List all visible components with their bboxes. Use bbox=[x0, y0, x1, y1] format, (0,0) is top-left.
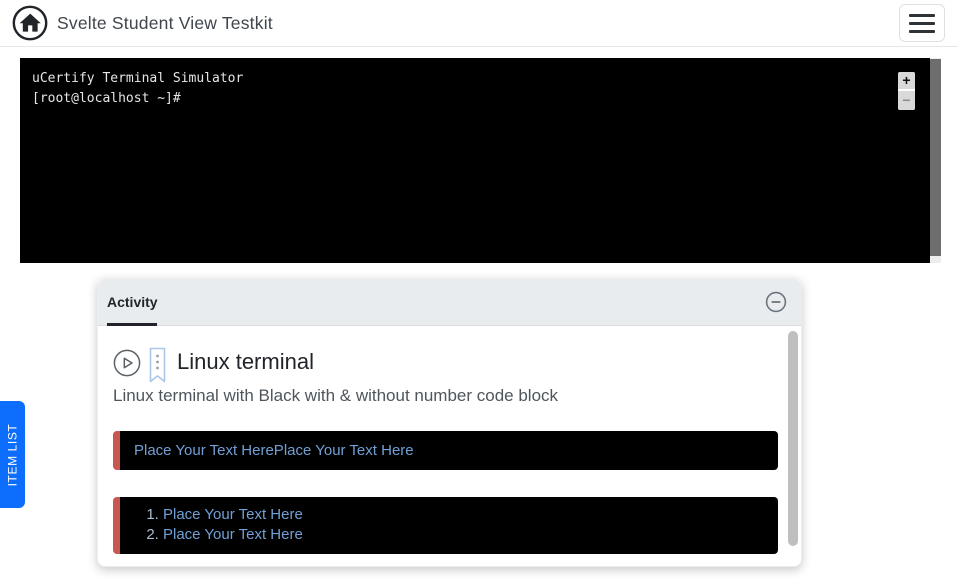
collapse-card-button[interactable] bbox=[765, 291, 787, 313]
card-scrollbar-thumb[interactable] bbox=[788, 331, 798, 546]
terminal-banner-line: uCertify Terminal Simulator bbox=[32, 69, 930, 89]
code-block-numbered: Place Your Text Here Place Your Text Her… bbox=[113, 497, 778, 554]
item-list-tab-label: ITEM LIST bbox=[6, 423, 20, 486]
terminal-scrollbar[interactable] bbox=[930, 58, 941, 263]
home-icon bbox=[12, 5, 48, 41]
code-block-link[interactable]: Place Your Text Here bbox=[163, 506, 303, 523]
bookmark-icon bbox=[148, 347, 167, 384]
zoom-out-button[interactable]: − bbox=[898, 91, 915, 110]
hamburger-bar bbox=[909, 14, 935, 17]
code-block-link[interactable]: Place Your Text Here bbox=[163, 526, 303, 543]
code-block-link[interactable]: Place Your Text HerePlace Your Text Here bbox=[134, 442, 414, 459]
app-title: Svelte Student View Testkit bbox=[57, 13, 273, 34]
navbar-brand[interactable]: Svelte Student View Testkit bbox=[12, 5, 273, 41]
top-navbar: Svelte Student View Testkit bbox=[0, 0, 958, 47]
activity-title: Linux terminal bbox=[177, 346, 314, 377]
list-item: Place Your Text Here bbox=[163, 525, 778, 545]
hamburger-bar bbox=[909, 22, 935, 25]
minus-circle-icon bbox=[765, 291, 787, 313]
code-block-list: Place Your Text Here Place Your Text Her… bbox=[120, 505, 778, 545]
activity-card: Activity bbox=[97, 278, 802, 567]
hamburger-bar bbox=[909, 30, 935, 33]
zoom-in-button[interactable]: + bbox=[898, 72, 915, 91]
play-icon[interactable] bbox=[113, 349, 141, 377]
terminal-emulator[interactable]: uCertify Terminal Simulator [root@localh… bbox=[20, 58, 930, 263]
activity-subtitle: Linux terminal with Black with & without… bbox=[113, 385, 777, 406]
activity-card-body: Linux terminal Linux terminal with Black… bbox=[98, 326, 801, 554]
activity-tab[interactable]: Activity bbox=[107, 294, 158, 310]
terminal-prompt-line: [root@localhost ~]# bbox=[32, 89, 930, 109]
item-list-tab[interactable]: ITEM LIST bbox=[0, 401, 25, 508]
code-block-plain: Place Your Text HerePlace Your Text Here bbox=[113, 431, 778, 470]
terminal-scrollbar-thumb[interactable] bbox=[930, 59, 941, 256]
terminal-zoom-control: + − bbox=[898, 72, 915, 110]
activity-title-row: Linux terminal bbox=[113, 346, 777, 384]
activity-card-header: Activity bbox=[98, 279, 801, 326]
list-item: Place Your Text Here bbox=[163, 505, 778, 525]
menu-toggle-button[interactable] bbox=[899, 4, 945, 42]
